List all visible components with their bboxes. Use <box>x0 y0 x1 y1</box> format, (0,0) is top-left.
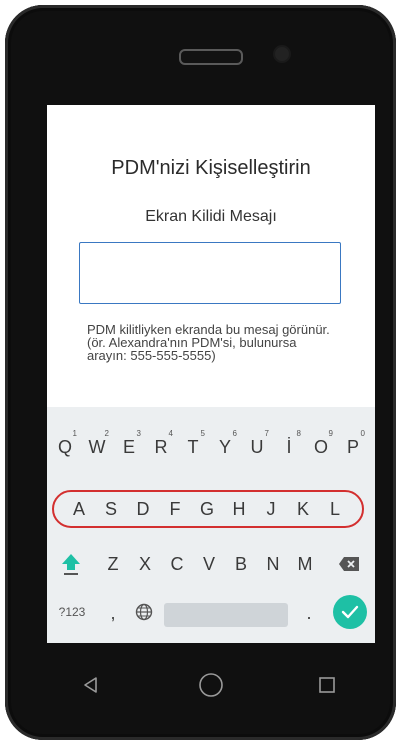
key-z[interactable]: Z <box>97 544 129 584</box>
key-hint: 5 <box>200 429 205 438</box>
key-s[interactable]: S <box>95 489 127 529</box>
key-g[interactable]: G <box>191 489 223 529</box>
field-label: Ekran Kilidi Mesajı <box>145 208 277 225</box>
key-k[interactable]: K <box>287 489 319 529</box>
key-r[interactable]: R4 <box>145 427 177 467</box>
key-c[interactable]: C <box>161 544 193 584</box>
key-label: Q <box>57 436 72 457</box>
key-y[interactable]: Y6 <box>209 427 241 467</box>
page-title: PDM'nizi Kişiselleştirin <box>111 157 311 179</box>
key-hint: 7 <box>264 429 269 438</box>
backspace-icon <box>339 557 359 571</box>
key-hint: 1 <box>72 429 77 438</box>
home-button[interactable] <box>195 669 227 701</box>
shift-key[interactable] <box>49 544 93 584</box>
key-hint: 0 <box>360 429 365 438</box>
key-label: E <box>122 436 135 457</box>
back-triangle-icon <box>84 677 97 693</box>
key-b[interactable]: B <box>225 544 257 584</box>
key-hint: 2 <box>104 429 109 438</box>
shift-icon <box>62 554 80 575</box>
key-h[interactable]: H <box>223 489 255 529</box>
globe-key[interactable] <box>129 595 159 629</box>
key-d[interactable]: D <box>127 489 159 529</box>
key-label: U <box>250 436 264 457</box>
key-n[interactable]: N <box>257 544 289 584</box>
key-label: Y <box>218 436 231 457</box>
key-hint: 3 <box>136 429 141 438</box>
key-p[interactable]: P0 <box>337 427 369 467</box>
device-screen: PDM'nizi Kişiselleştirin Ekran Kilidi Me… <box>47 105 375 643</box>
speaker-grille <box>179 49 243 65</box>
keyboard-row-3: Z X C V B N M <box>47 544 375 584</box>
recents-square-icon <box>319 677 335 693</box>
key-e[interactable]: E3 <box>113 427 145 467</box>
phone-frame: PDM'nizi Kişiselleştirin Ekran Kilidi Me… <box>5 5 396 740</box>
key-j[interactable]: J <box>255 489 287 529</box>
key-f[interactable]: F <box>159 489 191 529</box>
key-o[interactable]: O9 <box>305 427 337 467</box>
key-q[interactable]: Q1 <box>49 427 81 467</box>
key-hint: 8 <box>296 429 301 438</box>
lock-screen-message-input[interactable] <box>79 242 341 304</box>
key-m[interactable]: M <box>289 544 321 584</box>
key-hint: 9 <box>328 429 333 438</box>
keyboard-row-1: Q1 W2 E3 R4 T5 Y6 U7 İ8 O9 P0 <box>47 427 375 467</box>
key-label: P <box>346 436 359 457</box>
period-key[interactable]: . <box>295 595 323 631</box>
globe-icon <box>135 603 153 621</box>
system-navigation-bar <box>47 653 375 719</box>
comma-key[interactable]: , <box>99 595 127 631</box>
key-hint: 4 <box>168 429 173 438</box>
checkmark-icon <box>341 605 359 619</box>
key-t[interactable]: T5 <box>177 427 209 467</box>
on-screen-keyboard: Q1 W2 E3 R4 T5 Y6 U7 İ8 O9 P0 A S D F G … <box>47 407 375 643</box>
key-l[interactable]: L <box>319 489 351 529</box>
key-i-dotted[interactable]: İ8 <box>273 427 305 467</box>
key-a[interactable]: A <box>63 489 95 529</box>
key-hint: 6 <box>232 429 237 438</box>
front-camera <box>275 47 289 61</box>
key-label: R <box>154 436 168 457</box>
key-x[interactable]: X <box>129 544 161 584</box>
key-label: O <box>313 436 328 457</box>
symbols-key[interactable]: ?123 <box>49 595 95 629</box>
key-w[interactable]: W2 <box>81 427 113 467</box>
home-circle-icon <box>199 673 223 697</box>
back-button[interactable] <box>75 669 107 701</box>
key-label: İ <box>286 436 292 457</box>
key-v[interactable]: V <box>193 544 225 584</box>
backspace-key[interactable] <box>327 544 371 584</box>
enter-key[interactable] <box>333 595 367 629</box>
recents-button[interactable] <box>311 669 343 701</box>
key-label: T <box>187 436 199 457</box>
key-label: W <box>88 436 106 457</box>
space-key[interactable] <box>164 603 288 627</box>
key-u[interactable]: U7 <box>241 427 273 467</box>
helper-text: PDM kilitliyken ekranda bu mesaj görünür… <box>87 322 330 363</box>
keyboard-row-2: A S D F G H J K L <box>47 489 375 529</box>
